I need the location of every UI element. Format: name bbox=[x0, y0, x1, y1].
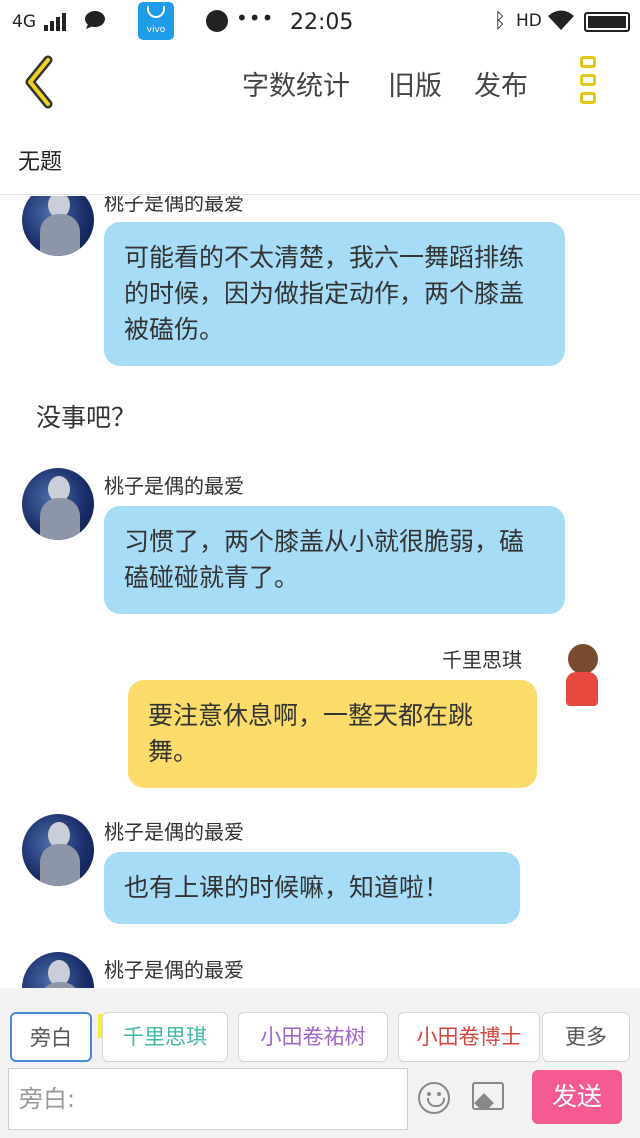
avatar[interactable] bbox=[22, 468, 94, 540]
battery-icon bbox=[584, 12, 630, 32]
status-bar: 4G vivo ••• 22:05 ᛒ HD bbox=[0, 0, 640, 44]
old-version-button[interactable]: 旧版 bbox=[388, 64, 442, 103]
word-count-button[interactable]: 字数统计 bbox=[242, 64, 350, 103]
chat-area[interactable]: 桃子是偶的最爱 可能看的不太清楚，我六一舞蹈排练的时候，因为做指定动作，两个膝盖… bbox=[0, 196, 640, 988]
more-roles-button[interactable]: 更多 bbox=[542, 1012, 630, 1062]
bluetooth-icon: ᛒ bbox=[494, 8, 506, 32]
more-notifications-icon: ••• bbox=[236, 6, 275, 30]
message-bubble[interactable]: 也有上课的时候嘛，知道啦！ bbox=[104, 852, 520, 924]
image-icon[interactable] bbox=[472, 1082, 504, 1110]
story-title: 无题 bbox=[18, 150, 63, 175]
avatar[interactable] bbox=[22, 952, 94, 988]
narration-text: 没事吧？ bbox=[36, 403, 137, 432]
role-qianlisiqi-button[interactable]: 千里思琪 bbox=[102, 1012, 228, 1062]
role-xiaotianjuan-yushu-button[interactable]: 小田卷祐树 bbox=[238, 1012, 388, 1062]
message-input[interactable]: 旁白: bbox=[8, 1068, 408, 1130]
role-xiaotianjuan-boshi-button[interactable]: 小田卷博士 bbox=[398, 1012, 540, 1062]
message-icon bbox=[85, 11, 105, 29]
sender-name: 桃子是偶的最爱 bbox=[104, 196, 244, 215]
message-bubble[interactable]: 习惯了，两个膝盖从小就很脆弱，磕磕碰碰就青了。 bbox=[104, 506, 565, 614]
input-bar: 旁白: 发送 bbox=[0, 1066, 640, 1138]
app-header: 字数统计 旧版 发布 bbox=[0, 44, 640, 120]
message-bubble[interactable]: 要注意休息啊，一整天都在跳舞。 bbox=[128, 680, 537, 788]
hd-indicator: HD bbox=[516, 11, 542, 31]
sender-name: 桃子是偶的最爱 bbox=[104, 958, 244, 982]
sender-name: 桃子是偶的最爱 bbox=[104, 820, 244, 844]
role-selector-bar: 旁白 主 千里思琪 小田卷祐树 小田卷博士 更多 bbox=[0, 988, 640, 1066]
clock: 22:05 bbox=[290, 10, 354, 35]
palette-icon bbox=[206, 10, 228, 32]
story-title-row[interactable]: 无题 bbox=[0, 120, 640, 195]
vertical-menu-icon[interactable] bbox=[578, 56, 600, 108]
avatar[interactable] bbox=[546, 638, 618, 710]
send-button[interactable]: 发送 bbox=[532, 1070, 622, 1124]
message-bubble[interactable]: 可能看的不太清楚，我六一舞蹈排练的时候，因为做指定动作，两个膝盖被磕伤。 bbox=[104, 222, 565, 366]
back-chevron-icon[interactable] bbox=[18, 54, 62, 110]
sender-name: 千里思琪 bbox=[442, 648, 522, 672]
publish-button[interactable]: 发布 bbox=[474, 64, 528, 103]
emoji-icon[interactable] bbox=[418, 1082, 450, 1114]
vivo-app-icon: vivo bbox=[138, 2, 174, 40]
wifi-icon bbox=[548, 10, 574, 30]
signal-icon bbox=[44, 13, 68, 31]
avatar[interactable] bbox=[22, 814, 94, 886]
sender-name: 桃子是偶的最爱 bbox=[104, 474, 244, 498]
role-narrator-button[interactable]: 旁白 bbox=[10, 1012, 92, 1062]
network-type: 4G bbox=[12, 12, 36, 32]
avatar[interactable] bbox=[22, 196, 94, 256]
